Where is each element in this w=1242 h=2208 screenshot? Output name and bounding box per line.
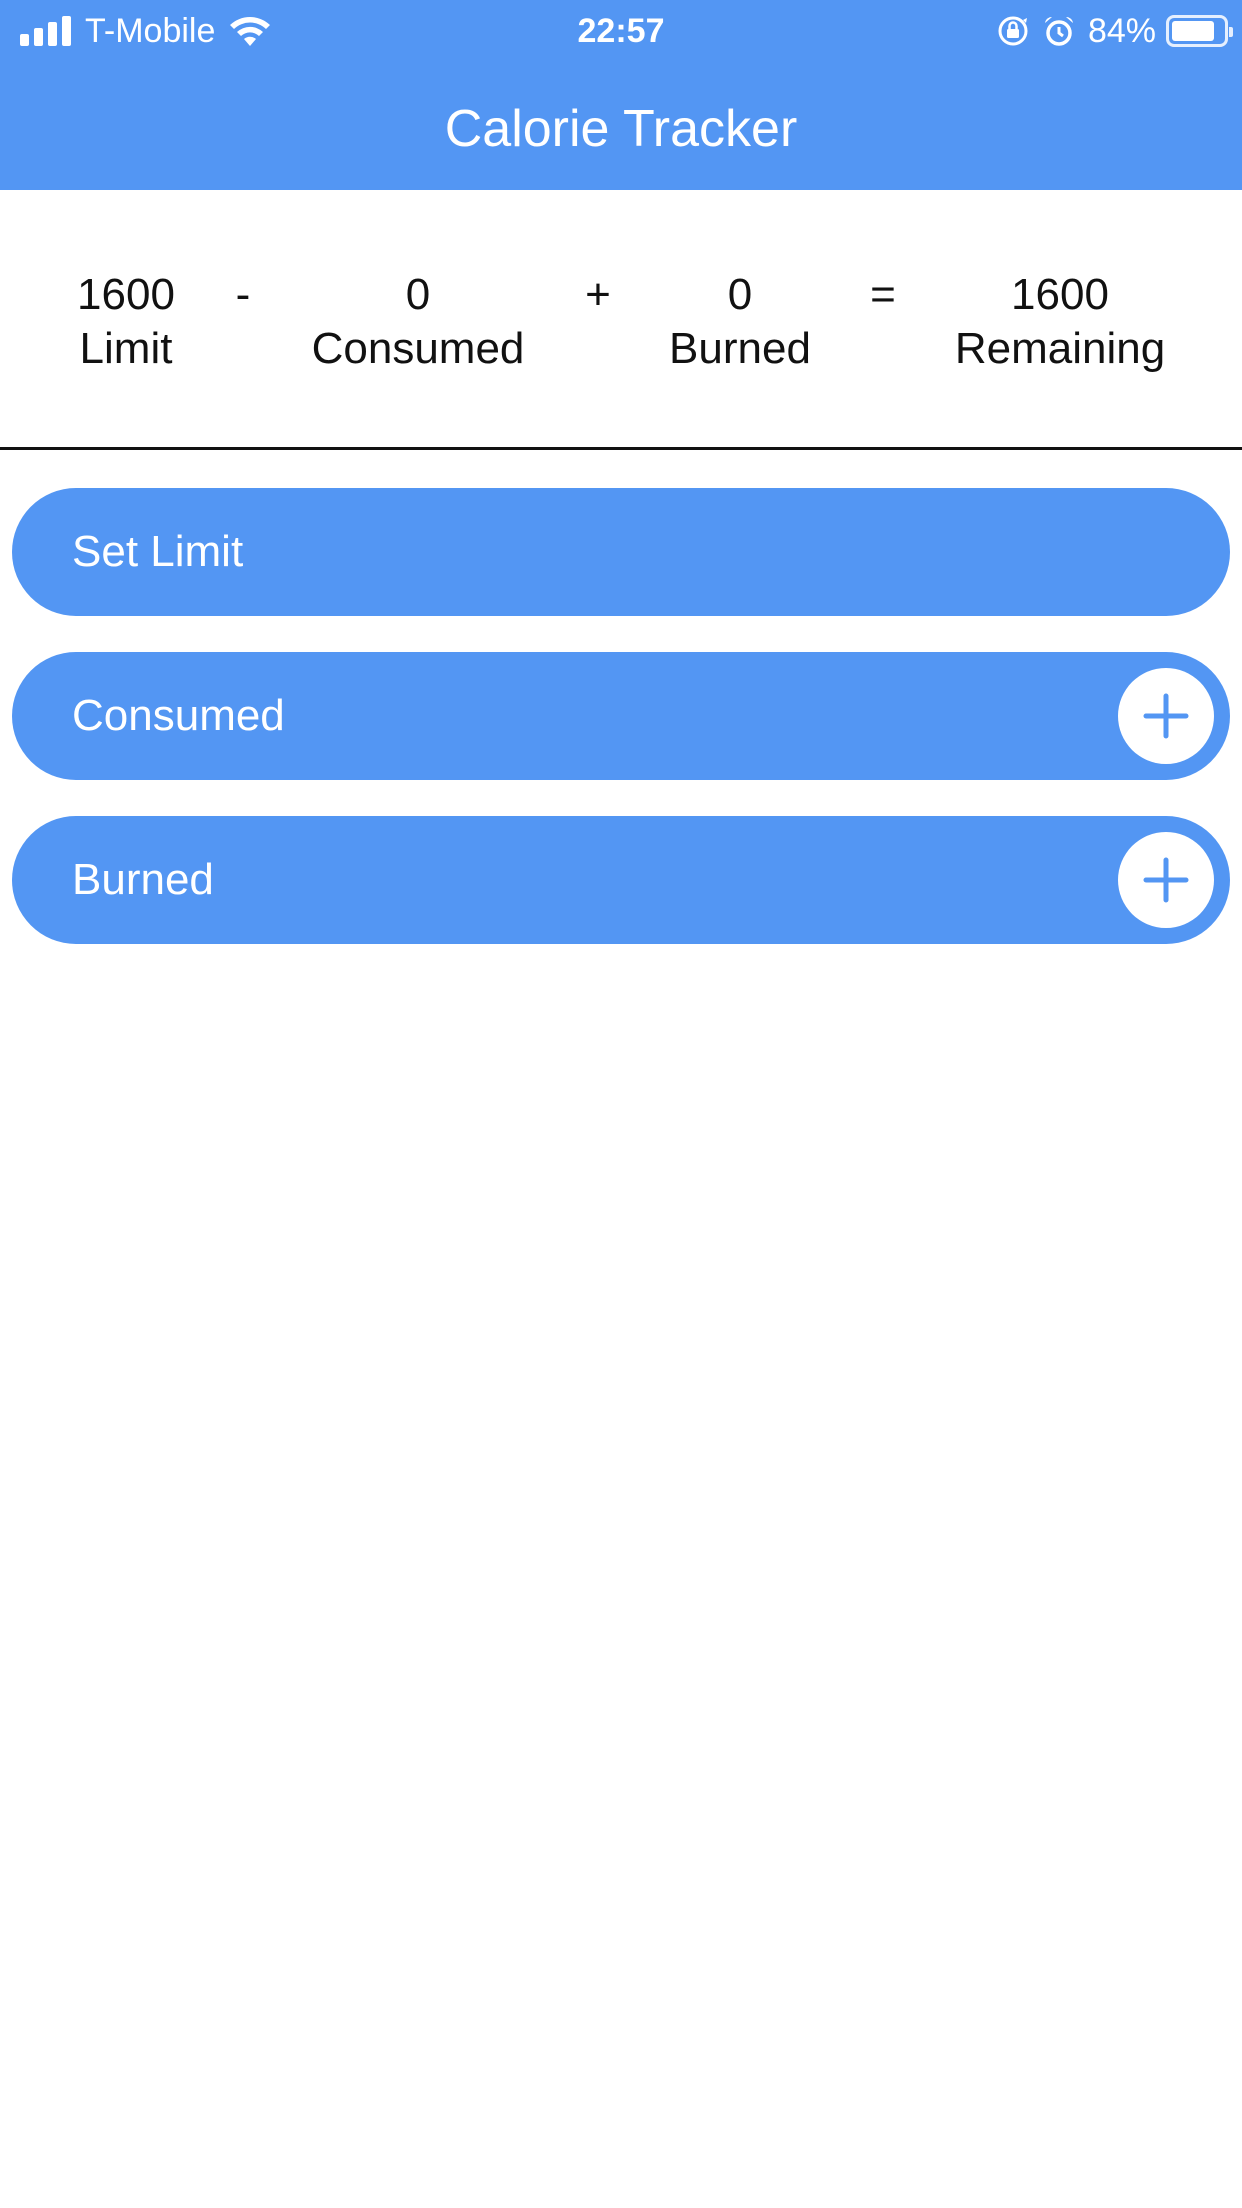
burned-row[interactable]: Burned xyxy=(12,816,1230,944)
app-header: T-Mobile 22:57 84% Calorie Tracker xyxy=(0,0,1242,190)
add-burned-button[interactable] xyxy=(1118,832,1214,928)
summary-limit: 1600 Limit xyxy=(46,268,206,376)
status-bar: T-Mobile 22:57 84% xyxy=(0,0,1242,62)
calorie-summary: 1600 Limit - 0 Consumed + 0 Burned = 160… xyxy=(0,190,1242,450)
consumed-row[interactable]: Consumed xyxy=(12,652,1230,780)
plus-icon xyxy=(1143,857,1189,903)
limit-label: Limit xyxy=(79,324,173,373)
page-title: Calorie Tracker xyxy=(444,100,798,158)
limit-value: 1600 xyxy=(77,270,175,319)
alarm-icon xyxy=(1044,16,1073,46)
summary-remaining: 1600 Remaining xyxy=(940,268,1180,376)
summary-burned: 0 Burned xyxy=(650,268,830,376)
plus-operator: + xyxy=(585,270,611,319)
battery-percent: 84% xyxy=(1087,11,1156,50)
plus-icon xyxy=(1143,693,1189,739)
remaining-value: 1600 xyxy=(1011,270,1109,319)
add-consumed-button[interactable] xyxy=(1118,668,1214,764)
set-limit-button[interactable]: Set Limit xyxy=(12,488,1230,616)
burned-value: 0 xyxy=(727,270,753,319)
battery-icon xyxy=(1166,15,1233,47)
equals-operator: = xyxy=(870,270,896,319)
remaining-label: Remaining xyxy=(954,324,1166,373)
orientation-lock-icon xyxy=(998,16,1028,46)
consumed-value: 0 xyxy=(405,270,431,319)
consumed-label: Consumed xyxy=(311,324,525,373)
consumed-row-label: Consumed xyxy=(72,691,285,740)
summary-consumed: 0 Consumed xyxy=(298,268,538,376)
status-right: 84% xyxy=(996,10,1233,52)
burned-label: Burned xyxy=(669,324,811,373)
burned-row-label: Burned xyxy=(72,855,214,904)
minus-operator: - xyxy=(235,270,251,319)
set-limit-label: Set Limit xyxy=(72,527,244,576)
